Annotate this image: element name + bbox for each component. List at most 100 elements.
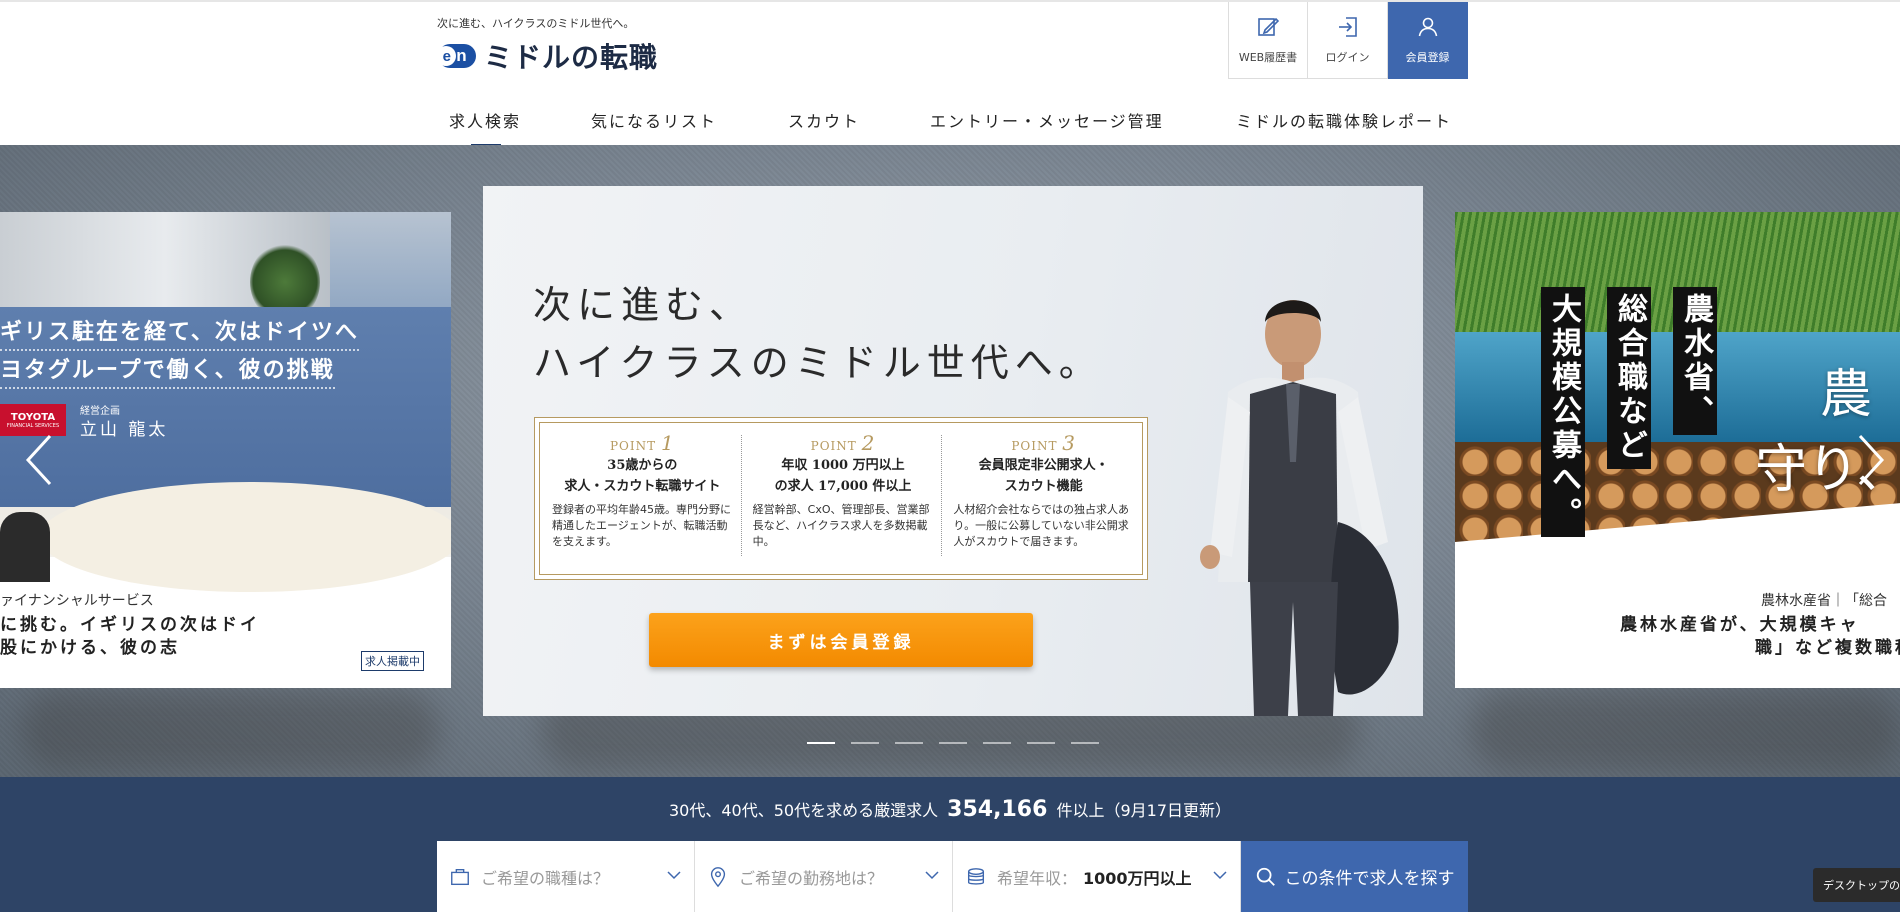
brand-name: ミドルの転職 (484, 41, 659, 74)
slide-title: に挑む。イギリスの次はドイ (0, 615, 260, 635)
vertical-headline: 大規模公募へ。 (1541, 287, 1585, 537)
point-label: POINT 1 (609, 431, 675, 455)
slide-big-text: 農 (1820, 365, 1873, 425)
web-resume-label: WEB履歴書 (1238, 51, 1298, 64)
toyota-logo-sub: FINANCIAL SERVICES (6, 422, 60, 429)
chevron-down-icon (1213, 871, 1227, 880)
hero-headline: 次に進む、 (533, 283, 754, 327)
carousel-slide-prev[interactable]: ギリス駐在を経て、次はドイツへ ヨタグループで働く、彼の挑戦 TOYOTA FI… (0, 212, 451, 688)
job-type-select[interactable]: ご希望の職種は？ (437, 841, 695, 912)
edit-icon (1258, 17, 1280, 36)
chevron-right-icon (1858, 434, 1885, 486)
point-title: スカウト機能 (1004, 479, 1083, 494)
map-pin-icon (710, 866, 726, 887)
login-button[interactable]: ログイン (1308, 2, 1388, 79)
job-search-band: 30代、40代、50代を求める厳選求人 354,166 件以上（9月17日更新）… (0, 777, 1900, 912)
carousel-slide-next[interactable]: 農水省、 総合職など 大規模公募へ。 農 守り、 農林水産省｜「総合 農林水産省… (1455, 212, 1900, 688)
carousel-dot[interactable] (939, 742, 967, 744)
carousel-indicators (807, 742, 1099, 744)
login-icon (1338, 17, 1357, 37)
slide-headline: ギリス駐在を経て、次はドイツへ (0, 314, 359, 351)
vertical-headline: 農水省、 (1673, 287, 1717, 435)
job-count-value: 354,166 (947, 797, 1048, 822)
salary-select[interactable]: 希望年収： 1000万円以上 (953, 841, 1241, 912)
nav-job-search[interactable]: 求人検索 (449, 108, 521, 147)
point-title: 35歳からの (607, 458, 678, 473)
login-label: ログイン (1325, 51, 1370, 64)
carousel-dot[interactable] (895, 742, 923, 744)
search-submit-button[interactable]: この条件で求人を探す (1241, 841, 1468, 912)
feature-point: POINT 1 35歳からの 求人・スカウト転職サイト 登録者の平均年齢45歳。… (540, 423, 741, 574)
register-cta-button[interactable]: まずは会員登録 (649, 613, 1033, 667)
carousel-dot[interactable] (807, 742, 835, 744)
carousel-prev-button[interactable] (20, 430, 60, 490)
nav-entry-messages[interactable]: エントリー・メッセージ管理 (930, 108, 1164, 147)
carousel-dot[interactable] (983, 742, 1011, 744)
register-button[interactable]: 会員登録 (1388, 2, 1468, 79)
slide-title: 農林水産省が、大規模キャ (1620, 615, 1860, 635)
vertical-headline: 総合職など (1607, 287, 1651, 469)
user-icon (1418, 17, 1437, 37)
feature-points: POINT 1 35歳からの 求人・スカウト転職サイト 登録者の平均年齢45歳。… (534, 417, 1148, 580)
job-count-line: 30代、40代、50代を求める厳選求人 354,166 件以上（9月17日更新） (0, 797, 1900, 822)
register-label: 会員登録 (1405, 51, 1450, 64)
point-label: POINT 3 (1011, 431, 1077, 455)
nav-experience-report[interactable]: ミドルの転職体験レポート (1236, 108, 1452, 147)
point-title: 求人・スカウト転職サイト (564, 479, 721, 494)
job-type-placeholder: ご希望の職種は？ (481, 868, 610, 888)
nav-favorites[interactable]: 気になるリスト (591, 108, 717, 147)
salary-label: 希望年収： (997, 868, 1078, 888)
carousel-dot[interactable] (851, 742, 879, 744)
web-resume-button[interactable]: WEB履歴書 (1228, 2, 1308, 79)
point-title: 年収 1000 万円以上 (781, 458, 905, 473)
point-label: POINT 2 (810, 431, 876, 455)
desktop-view-tooltip: デスクトップの表示 (1813, 868, 1900, 902)
chevron-down-icon (667, 871, 681, 880)
slide-shadow (20, 690, 440, 770)
global-nav: 求人検索 気になるリスト スカウト エントリー・メッセージ管理 ミドルの転職体験… (0, 100, 1900, 147)
point-title: の求人 17,000 件以上 (774, 479, 912, 494)
carousel-dot[interactable] (1071, 742, 1099, 744)
en-logo-mark: en (436, 44, 476, 68)
nav-scout[interactable]: スカウト (788, 108, 860, 147)
point-body: 人材紹介会社ならではの独占求人あり。一般に公募していない非公開求人がスカウトで届… (953, 503, 1130, 548)
header-utility-buttons: WEB履歴書 ログイン 会員登録 (1228, 2, 1468, 79)
slide-title: 職」など複数職種 (1755, 638, 1900, 658)
hero-headline: ハイクラスのミドル世代へ。 (533, 341, 1103, 385)
salary-value: 1000万円以上 (1083, 868, 1192, 888)
slide-shadow (1470, 690, 1900, 770)
coins-icon (967, 867, 985, 885)
carousel-dot[interactable] (1027, 742, 1055, 744)
search-icon (1256, 867, 1275, 886)
slide-title: 股にかける、彼の志 (0, 638, 180, 658)
brand-tagline: 次に進む、ハイクラスのミドル世代へ。 (437, 17, 635, 30)
carousel-next-button[interactable] (1850, 430, 1890, 490)
businessman-illustration (1200, 300, 1399, 716)
site-logo[interactable]: en ミドルの転職 (436, 36, 659, 76)
person-name: 立山 龍太 (80, 420, 169, 440)
point-body: 登録者の平均年齢45歳。専門分野に精通したエージェントが、転職活動を支えます。 (552, 503, 731, 548)
feature-point: POINT 2 年収 1000 万円以上 の求人 17,000 件以上 経営幹部… (740, 423, 942, 574)
slide-company: ァイナンシャルサービス (0, 593, 154, 609)
point-title: 会員限定非公開求人・ (978, 458, 1109, 473)
location-placeholder: ご希望の勤務地は？ (739, 868, 884, 888)
briefcase-icon (451, 868, 469, 885)
photo-person (0, 512, 50, 582)
feature-point: POINT 3 会員限定非公開求人・ スカウト機能 人材紹介会社ならではの独占求… (941, 423, 1142, 574)
carousel-slide-active: 次に進む、 ハイクラスのミドル世代へ。 POINT 1 35歳からの 求人・スカ… (483, 186, 1423, 716)
job-count-suffix: 件以上（9月17日更新） (1056, 801, 1232, 820)
job-count-prefix: 30代、40代、50代を求める厳選求人 (668, 801, 939, 820)
site-header: 次に進む、ハイクラスのミドル世代へ。 en ミドルの転職 WEB履歴書 ログイン… (0, 0, 1900, 147)
photo-table (40, 482, 451, 592)
job-search-form: ご希望の職種は？ ご希望の勤務地は？ 希望年収： 1000万円以上 この条件で求… (437, 841, 1468, 912)
slide-company: 農林水産省｜「総合 (1761, 593, 1887, 609)
search-submit-label: この条件で求人を探す (1284, 869, 1455, 889)
point-body: 経営幹部、CxO、管理部長、営業部長など、ハイクラス求人を多数掲載中。 (752, 503, 930, 548)
hero-carousel: ギリス駐在を経て、次はドイツへ ヨタグループで働く、彼の挑戦 TOYOTA FI… (0, 145, 1900, 777)
toyota-logo-text: TOYOTA (10, 411, 56, 423)
chevron-left-icon (25, 434, 52, 486)
job-posted-badge: 求人掲載中 (361, 651, 424, 671)
slide-headline: ヨタグループで働く、彼の挑戦 (0, 352, 335, 389)
location-select[interactable]: ご希望の勤務地は？ (695, 841, 953, 912)
chevron-down-icon (925, 871, 939, 880)
